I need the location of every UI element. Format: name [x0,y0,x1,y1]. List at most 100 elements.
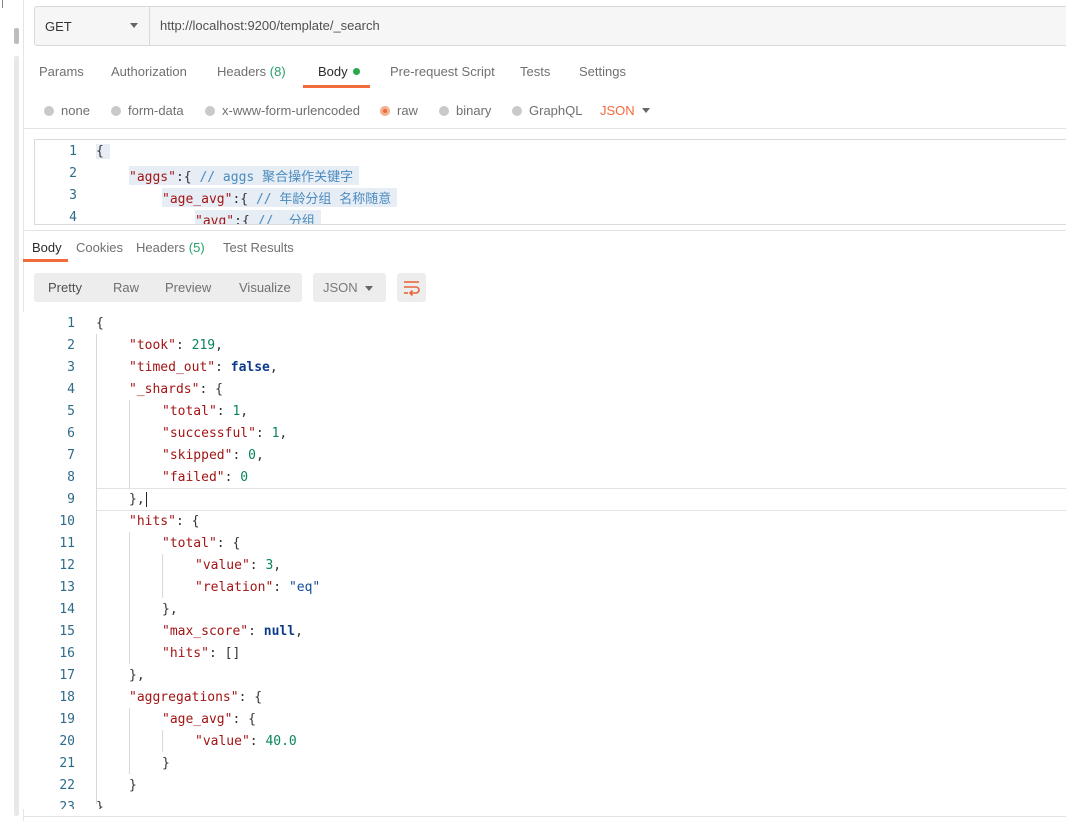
line-number: 7 [67,448,75,463]
radio-label: none [61,103,90,118]
line-number: 18 [59,690,75,705]
radio-none[interactable]: none [44,103,90,118]
edge-tick [2,0,3,8]
chevron-down-icon [130,23,138,28]
json-punct: :{ [234,214,258,225]
json-key: "value" [195,734,250,749]
view-preview-button[interactable]: Preview [165,280,211,295]
line-number: 22 [59,778,75,793]
line-number: 23 [59,800,75,809]
line-number: 4 [67,382,75,397]
json-string: "eq" [288,580,321,595]
view-mode-toolbar: Pretty Raw Preview Visualize [34,273,302,302]
json-key: "aggregations" [129,690,239,705]
line-number: 15 [59,624,75,639]
json-key: "total" [162,404,217,419]
divider [23,816,1066,817]
scrollbar-thumb[interactable] [14,28,19,44]
divider [23,230,1066,231]
headers-count: (8) [269,64,286,79]
tab-authorization[interactable]: Authorization [111,64,187,79]
active-tab-indicator [303,85,370,88]
code-line: }, [162,602,178,617]
json-key: "hits" [129,514,176,529]
line-number: 4 [69,210,77,225]
json-key: "total" [162,536,217,551]
radio-raw[interactable]: raw [380,103,418,118]
indent-guide [129,708,130,774]
radio-label: raw [397,103,418,118]
tab-settings[interactable]: Settings [579,64,626,79]
url-input[interactable]: http://localhost:9200/template/_search [160,18,380,33]
method-label: GET [45,19,72,34]
view-visualize-button[interactable]: Visualize [239,280,291,295]
radio-form-data[interactable]: form-data [111,103,184,118]
tab-label: Test Results [223,240,294,255]
code-line: } [129,778,137,793]
tab-label: Body [318,64,348,79]
radio-binary[interactable]: binary [439,103,491,118]
json-key: "timed_out" [129,360,216,375]
radio-label: GraphQL [529,103,583,118]
json-number: 0 [248,448,256,463]
code-line: "failed": 0 [162,470,249,485]
tab-label: Tests [520,64,551,79]
line-number: 5 [67,404,75,419]
tab-label: Pre-request Script [390,64,495,79]
code-line: }, [129,492,147,507]
code-line: "age_avg":{ // 年龄分组 名称随意 [162,188,398,207]
code-line: "timed_out": false, [129,360,278,375]
line-number: 19 [59,712,75,727]
json-key: "_shards" [129,382,200,397]
tab-label: Params [39,64,84,79]
code-line: { [96,144,110,159]
indent-guide [96,334,97,804]
response-format-select[interactable]: JSON [313,273,386,302]
scrollbar-track[interactable] [14,56,19,816]
json-punct: :{ [232,192,256,207]
divider [23,128,1066,129]
radio-graphql[interactable]: GraphQL [512,103,582,118]
indent-guide [162,730,163,752]
line-number: 21 [59,756,75,771]
tab-test-results[interactable]: Test Results [223,240,294,255]
view-pretty-button[interactable]: Pretty [48,280,82,295]
response-body-viewer[interactable]: 1 2 3 4 5 6 7 8 9 10 11 12 13 14 15 16 1… [23,312,1066,809]
left-panel-edge [0,0,24,821]
format-label: JSON [323,280,358,295]
wrap-lines-button[interactable] [397,273,426,302]
code-line: } [96,800,104,809]
tab-tests[interactable]: Tests [520,64,550,79]
tab-response-body[interactable]: Body [32,240,62,255]
line-number: 8 [67,470,75,485]
tab-params[interactable]: Params [39,64,84,79]
body-format-select[interactable]: JSON [600,103,635,118]
line-number: 6 [67,426,75,441]
request-body-editor[interactable]: 1 { 2 "aggs":{ // aggs 聚合操作关键字 3 "age_av… [34,139,1066,225]
code-line: }, [129,668,145,683]
code-line: "avg":{ // 分组 [195,210,321,225]
code-comment: // 年龄分组 名称随意 [255,192,392,207]
line-number: 16 [59,646,75,661]
code-line: "_shards": { [129,382,223,397]
code-line: } [162,756,170,771]
tab-response-headers[interactable]: Headers (5) [136,240,205,255]
radio-icon [205,106,215,116]
view-raw-button[interactable]: Raw [113,280,139,295]
code-line: "skipped": 0, [162,448,264,463]
json-key: "avg" [195,214,235,225]
tab-cookies[interactable]: Cookies [76,240,123,255]
json-null: null [263,624,296,639]
line-number: 13 [59,580,75,595]
method-select[interactable]: GET [35,7,150,45]
json-key: "age_avg" [162,192,233,207]
json-boolean: false [230,360,270,375]
tab-pre-request-script[interactable]: Pre-request Script [390,64,495,79]
tab-headers[interactable]: Headers (8) [217,64,286,79]
chevron-down-icon[interactable] [642,108,650,113]
radio-x-www-form-urlencoded[interactable]: x-www-form-urlencoded [205,103,360,118]
tab-label: Settings [579,64,626,79]
json-key: "aggs" [129,170,176,185]
request-tabs: Params Authorization Headers (8) Body Pr… [23,58,1066,88]
tab-body[interactable]: Body [318,64,360,79]
